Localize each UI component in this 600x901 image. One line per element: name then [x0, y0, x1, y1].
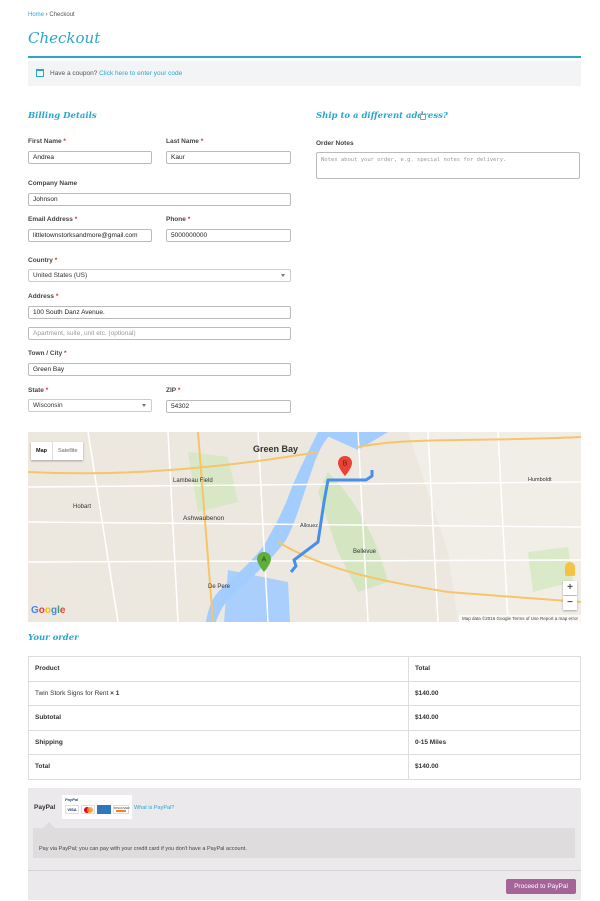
- paypal-logo-text: PayPal: [65, 797, 79, 802]
- zoom-out-button[interactable]: −: [563, 596, 577, 610]
- table-row: Product Total: [28, 656, 582, 682]
- map-label-ashwaubenon: Ashwaubenon: [183, 515, 225, 522]
- payment-description: Pay via PayPal; you can pay with your cr…: [39, 846, 247, 852]
- paypal-acceptance-mark: PayPal VISA DISCOVER: [62, 795, 132, 819]
- map-label-bellevue: Bellevue: [353, 549, 377, 555]
- order-notes-textarea[interactable]: Notes about your order, e.g. special not…: [316, 152, 580, 179]
- address-line1-input[interactable]: 100 South Danz Avenue.: [28, 306, 291, 319]
- email-label: Email Address *: [28, 216, 78, 223]
- city-label: Town / City *: [28, 350, 67, 357]
- product-total: $140.00: [407, 680, 582, 706]
- map-label-lambeau: Lambeau Field: [173, 478, 213, 484]
- chevron-down-icon: [142, 404, 146, 407]
- coupon-text: Have a coupon?: [50, 70, 98, 77]
- address-line2-input[interactable]: Apartment, suite, unit etc. (optional): [28, 327, 291, 340]
- map-marker-a-icon[interactable]: A: [257, 552, 271, 572]
- city-input[interactable]: Green Bay: [28, 363, 291, 376]
- table-row: Twin Stork Signs for Rent × 1 $140.00: [28, 680, 582, 706]
- amex-card-icon: [97, 805, 111, 814]
- calendar-icon: [36, 69, 44, 77]
- first-name-input[interactable]: Andrea: [28, 151, 152, 164]
- payment-section: PayPal PayPal VISA DISCOVER What is PayP…: [28, 788, 581, 900]
- route-map[interactable]: Green Bay Lambeau Field Ashwaubenon Allo…: [28, 432, 581, 622]
- subtotal-value: $140.00: [407, 705, 582, 731]
- col-total-header: Total: [407, 656, 582, 682]
- company-label: Company Name: [28, 180, 78, 187]
- chevron-down-icon: [281, 274, 285, 277]
- map-type-map-button[interactable]: Map: [31, 442, 52, 460]
- map-attribution[interactable]: Map data ©2016 Google Terms of Use Repor…: [458, 615, 581, 622]
- map-label-humboldt: Humboldt: [528, 477, 552, 483]
- shipping-label: Shipping: [28, 729, 409, 755]
- phone-input[interactable]: 5000000000: [166, 229, 291, 242]
- payment-description-box: Pay via PayPal; you can pay with your cr…: [33, 822, 575, 858]
- last-name-input[interactable]: Kaur: [166, 151, 291, 164]
- map-label-green-bay: Green Bay: [253, 444, 299, 454]
- map-label-hobart: Hobart: [73, 504, 92, 510]
- discover-card-icon: DISCOVER: [113, 805, 130, 814]
- zip-input[interactable]: 54302: [166, 400, 291, 413]
- breadcrumb-current: Checkout: [49, 12, 75, 18]
- subtotal-label: Subtotal: [28, 705, 409, 731]
- map-label-allouez: Allouez: [300, 523, 319, 529]
- order-table: Product Total Twin Stork Signs for Rent …: [28, 656, 582, 780]
- map-type-satellite-button[interactable]: Satellite: [52, 442, 83, 460]
- map-label-de-pere: De Pere: [208, 584, 231, 590]
- order-notes-label: Order Notes: [316, 140, 354, 147]
- product-cell: Twin Stork Signs for Rent × 1: [28, 680, 409, 706]
- your-order-heading: Your order: [28, 633, 79, 643]
- map-type-toggle: Map Satellite: [31, 442, 83, 460]
- svg-text:A: A: [262, 557, 267, 564]
- street-view-pegman-icon[interactable]: [565, 562, 575, 576]
- product-name: Twin Stork Signs for Rent: [35, 689, 109, 697]
- table-row: Total $140.00: [28, 754, 582, 780]
- last-name-label: Last Name *: [166, 138, 204, 145]
- title-divider: [28, 56, 581, 58]
- col-product-header: Product: [28, 656, 409, 682]
- breadcrumb: Home › Checkout: [28, 12, 75, 18]
- phone-label: Phone *: [166, 216, 191, 223]
- total-value: $140.00: [407, 754, 582, 780]
- map-marker-b-icon[interactable]: B: [338, 456, 352, 476]
- coupon-notice: Have a coupon? Click here to enter your …: [28, 61, 581, 86]
- proceed-to-paypal-button[interactable]: Proceed to PayPal: [506, 879, 576, 894]
- visa-card-icon: VISA: [65, 805, 79, 814]
- email-input[interactable]: littletownstorksandmore@gmail.com: [28, 229, 152, 242]
- billing-heading: Billing Details: [28, 111, 97, 121]
- payment-method-label[interactable]: PayPal: [34, 804, 55, 811]
- svg-text:B: B: [343, 461, 348, 468]
- country-label: Country *: [28, 257, 58, 264]
- state-select[interactable]: Wisconsin: [28, 399, 152, 412]
- country-select[interactable]: United States (US): [28, 269, 291, 282]
- table-row: Shipping 0-15 Miles: [28, 729, 582, 755]
- zoom-in-button[interactable]: +: [563, 581, 577, 595]
- total-label: Total: [28, 754, 409, 780]
- google-logo: Google: [31, 605, 66, 616]
- payment-divider: [28, 870, 581, 871]
- coupon-link[interactable]: Click here to enter your code: [99, 70, 182, 77]
- address-label: Address *: [28, 293, 59, 300]
- table-row: Subtotal $140.00: [28, 705, 582, 731]
- breadcrumb-home-link[interactable]: Home: [28, 12, 44, 18]
- country-value: United States (US): [33, 272, 88, 279]
- ship-different-checkbox[interactable]: [420, 114, 426, 120]
- what-is-paypal-link[interactable]: What is PayPal?: [134, 805, 174, 811]
- product-qty: × 1: [110, 689, 120, 697]
- ship-different-heading: Ship to a different address?: [316, 111, 448, 121]
- first-name-label: First Name *: [28, 138, 66, 145]
- mastercard-icon: [81, 805, 95, 814]
- shipping-value: 0-15 Miles: [407, 729, 582, 755]
- state-value: Wisconsin: [33, 402, 63, 409]
- company-input[interactable]: Johnson: [28, 193, 291, 206]
- zip-label: ZIP *: [166, 387, 181, 394]
- state-label: State *: [28, 387, 49, 394]
- page-title: Checkout: [28, 29, 101, 47]
